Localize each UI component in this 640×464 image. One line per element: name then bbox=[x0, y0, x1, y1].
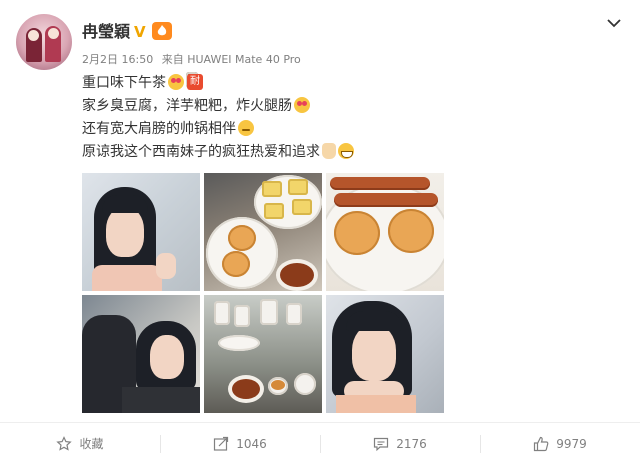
post-line-text: 原谅我这个西南妹子的疯狂热爱和追求 bbox=[82, 144, 320, 160]
action-bar: 收藏 1046 2176 9979 bbox=[0, 423, 640, 464]
avatar[interactable] bbox=[16, 14, 72, 70]
post-line-2: 家乡臭豆腐，洋芋粑粑，炸火腿肠 bbox=[82, 96, 602, 119]
like-count: 9979 bbox=[556, 436, 587, 451]
peace-hand-emoji-icon bbox=[322, 143, 336, 159]
avatar-face-left bbox=[28, 30, 39, 41]
comment-button[interactable]: 2176 bbox=[320, 423, 480, 464]
photo-selfie-2[interactable] bbox=[82, 295, 200, 413]
post-line-text: 家乡臭豆腐，洋芋粑粑，炸火腿肠 bbox=[82, 98, 292, 114]
share-icon bbox=[214, 436, 229, 451]
favorite-label: 收藏 bbox=[79, 437, 104, 451]
post-line-text: 还有宽大肩膀的帅锅相伴 bbox=[82, 121, 236, 137]
dropdown-chevron-icon[interactable] bbox=[605, 14, 623, 32]
post-meta: 2月2日 16:50 来自 HUAWEI Mate 40 Pro bbox=[82, 53, 306, 67]
photo-tea-table[interactable] bbox=[204, 295, 322, 413]
smirk-emoji-icon bbox=[238, 120, 254, 136]
like-button[interactable]: 9979 bbox=[480, 423, 640, 464]
avatar-face-right bbox=[48, 28, 59, 39]
vip-badge[interactable]: V bbox=[134, 23, 146, 41]
level-badge-icon[interactable] bbox=[152, 22, 172, 40]
repost-count: 1046 bbox=[236, 436, 267, 451]
username[interactable]: 冉瑩穎 bbox=[82, 22, 130, 42]
post-text: 重口味下午茶 耐 家乡臭豆腐，洋芋粑粑，炸火腿肠 还有宽大肩膀的帅锅相伴 原谅我这… bbox=[82, 72, 602, 165]
thumbs-up-icon bbox=[534, 436, 549, 451]
photo-selfie-1[interactable] bbox=[82, 173, 200, 291]
post-source[interactable]: 来自 HUAWEI Mate 40 Pro bbox=[162, 53, 301, 66]
heart-eyes-emoji-icon bbox=[168, 74, 184, 90]
sticker-badge: 耐 bbox=[187, 74, 203, 90]
grin-emoji-icon bbox=[338, 143, 354, 159]
weibo-post: 冉瑩穎 V 2月2日 16:50 来自 HUAWEI Mate 40 Pro 重… bbox=[0, 0, 640, 464]
photo-food-2[interactable] bbox=[326, 173, 444, 291]
heart-eyes-emoji-icon bbox=[294, 97, 310, 113]
comment-icon bbox=[374, 437, 389, 451]
post-line-3: 还有宽大肩膀的帅锅相伴 bbox=[82, 119, 602, 142]
post-line-text: 重口味下午茶 bbox=[82, 75, 166, 91]
photo-selfie-3[interactable] bbox=[326, 295, 444, 413]
repost-button[interactable]: 1046 bbox=[160, 423, 320, 464]
post-time[interactable]: 2月2日 16:50 bbox=[82, 53, 153, 66]
post-line-4: 原谅我这个西南妹子的疯狂热爱和追求 bbox=[82, 142, 602, 165]
favorite-button[interactable]: 收藏 bbox=[0, 423, 160, 464]
photo-food-1[interactable] bbox=[204, 173, 322, 291]
post-line-1: 重口味下午茶 耐 bbox=[82, 72, 602, 96]
star-icon bbox=[56, 435, 73, 451]
comment-count: 2176 bbox=[396, 436, 427, 451]
